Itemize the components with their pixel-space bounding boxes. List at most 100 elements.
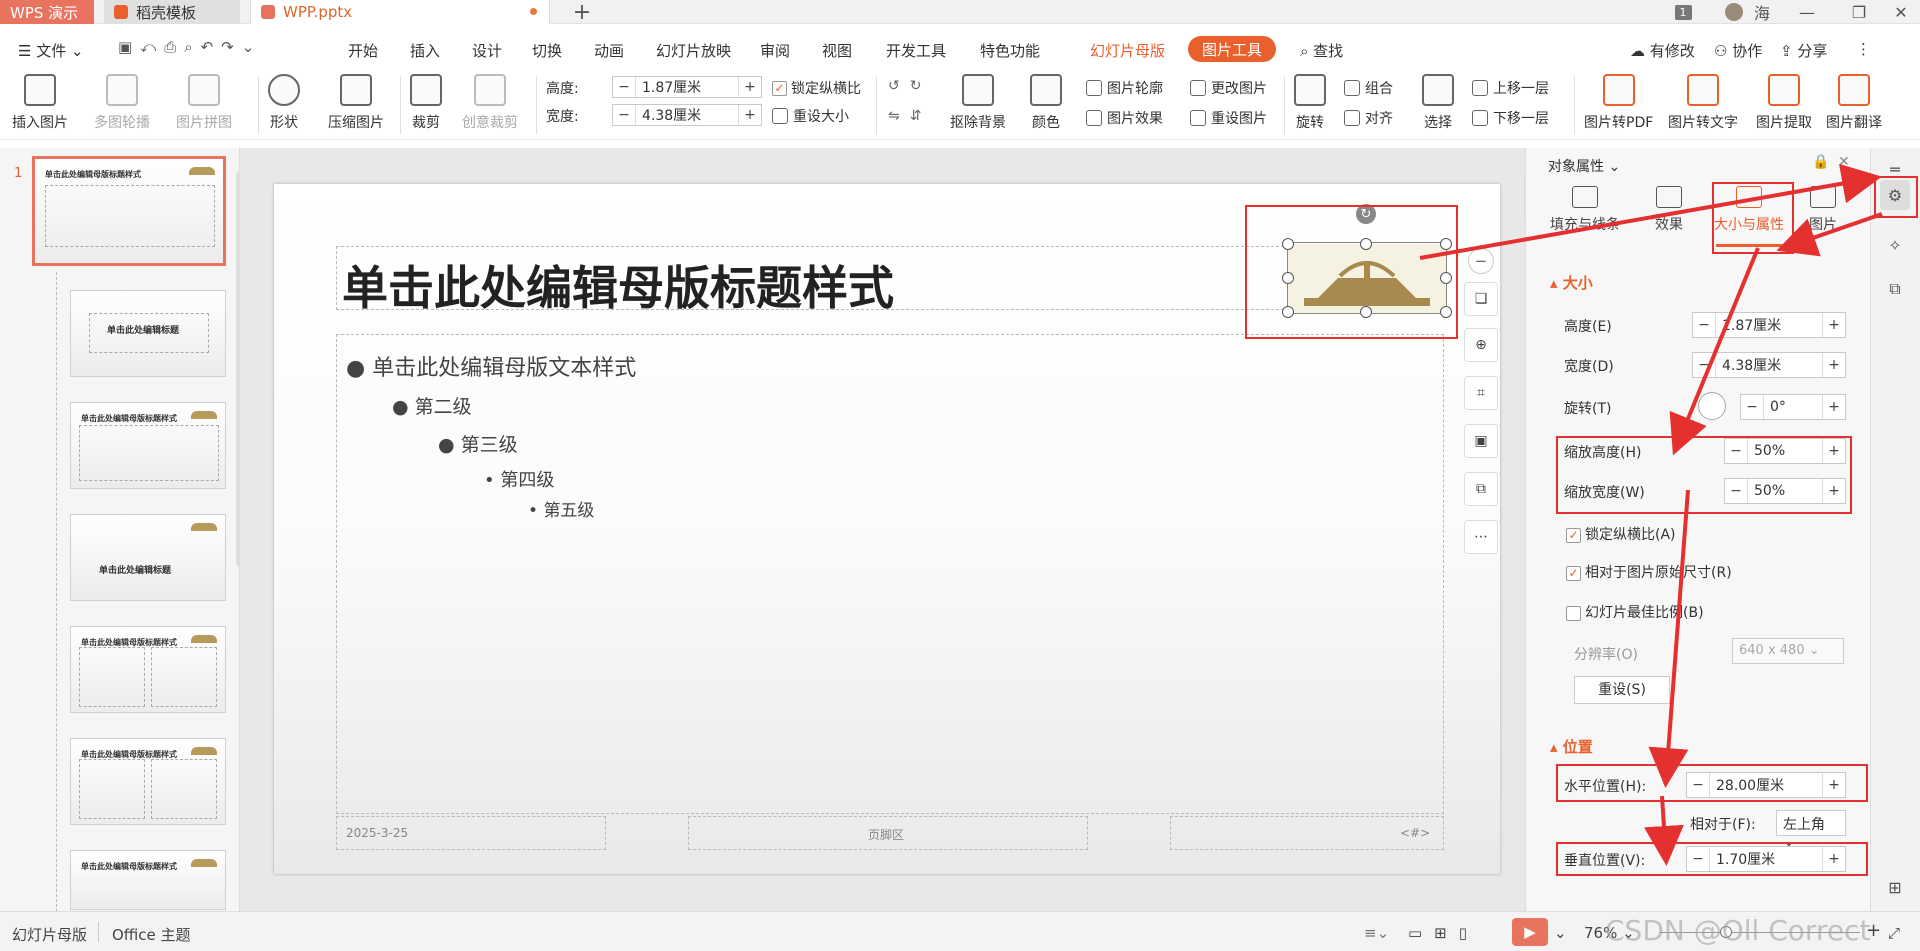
group-button[interactable]: 组合 [1344,78,1393,98]
flip-icons[interactable]: ⇋⇵ [888,108,931,124]
reset-picture-button[interactable]: 重设图片 [1190,108,1267,128]
lock-icon[interactable]: 🔒 [1812,154,1829,170]
picture-effect-button[interactable]: 图片效果 [1086,108,1163,128]
rotate-flip-icons[interactable]: ↺↻ [888,78,931,94]
crop-button[interactable]: 裁剪 [410,74,442,132]
picture-to-pdf-button[interactable]: 图片转PDF [1584,74,1653,132]
reset-button[interactable]: 重设(S) [1574,676,1670,704]
shape-button[interactable]: 形状 [268,74,300,132]
menu-picture-tools[interactable]: 图片工具 [1188,36,1277,62]
insert-picture-button[interactable]: 插入图片 [12,74,68,132]
layers-icon[interactable]: ❏ [1464,282,1498,316]
tab-wpp-document[interactable]: WPP.pptx [250,0,550,24]
reset-size-button[interactable]: 重设大小 [772,106,849,126]
menu-start[interactable]: 开始 [348,40,378,61]
color-button[interactable]: 颜色 [1030,74,1062,132]
tab-wps-presentation[interactable]: WPS 演示 [0,0,94,24]
view-switch-icons[interactable]: ▭⊞▯ [1408,924,1479,942]
select-button[interactable]: 选择 [1422,74,1454,132]
hpos-stepper[interactable]: −28.00厘米 + [1686,772,1846,798]
thumbnail-layout-title[interactable]: 单击此处编辑标题 [70,290,226,377]
menu-transition[interactable]: 切换 [532,40,562,61]
change-picture-button[interactable]: 更改图片 [1190,78,1267,98]
tab-effect[interactable]: 效果 [1634,186,1704,234]
minimize-icon[interactable]: — [1792,0,1822,24]
menu-review[interactable]: 审阅 [760,40,790,61]
search-button[interactable]: ⌕ 查找 [1300,40,1343,61]
menu-features[interactable]: 特色功能 [980,40,1040,61]
fit-icon[interactable]: ⤢ [1888,924,1900,942]
play-options-icon[interactable]: ⌄ [1554,924,1567,942]
avatar[interactable] [1725,3,1743,21]
quick-access-toolbar[interactable]: ▣⤺⎙⌕↶↷⌄ [118,38,262,56]
align-button[interactable]: 对齐 [1344,108,1393,128]
panel-header[interactable]: 对象属性 ⌄ [1548,156,1620,176]
compress-picture-button[interactable]: 压缩图片 [328,74,384,132]
more-options-icon[interactable]: ⋯ [1464,520,1498,554]
lock-ratio-checkbox[interactable]: ✓ 锁定纵横比 [772,78,861,98]
ribbon-height-stepper[interactable]: −1.87厘米 + [612,76,762,98]
close-icon[interactable]: ✕ [1886,0,1916,24]
picture-to-text-button[interactable]: 图片转文字 [1668,74,1738,132]
body-placeholder[interactable] [336,334,1444,814]
width-stepper[interactable]: −4.38厘米 + [1692,352,1846,378]
picture-tool-icon[interactable]: ▣ [1464,424,1498,458]
rotate-button[interactable]: 旋转 [1294,74,1326,132]
bring-forward-button[interactable]: 上移一层 [1472,78,1549,98]
ribbon-width-stepper[interactable]: −4.38厘米 + [612,104,762,126]
menu-insert[interactable]: 插入 [410,40,440,61]
animation-icon[interactable]: ✧ [1880,230,1910,260]
relative-original-checkbox[interactable]: ✓ 相对于图片原始尺寸(R) [1566,562,1732,582]
menu-animation[interactable]: 动画 [594,40,624,61]
notes-icon[interactable]: ≡⌄ [1364,924,1389,942]
new-tab-button[interactable]: + [566,0,598,25]
hamburger-icon: ☰ [18,42,37,60]
picture-to-text-icon[interactable]: ⧉ [1464,472,1498,506]
play-icon[interactable]: ▶ [1512,918,1548,946]
rotate-stepper[interactable]: −0° + [1740,394,1846,420]
lock-ratio-checkbox[interactable]: ✓ 锁定纵横比(A) [1566,524,1676,544]
thumbnail-layout-title-only[interactable]: 单击此处编辑母版标题样式 [70,850,226,910]
tab-daoke-template[interactable]: 稻壳模板 [104,0,240,24]
collapse-icon[interactable]: − [1468,248,1494,274]
apps-icon[interactable]: ⊞ [1880,872,1910,902]
vpos-stepper[interactable]: −1.70厘米 + [1686,846,1846,872]
thumbnail-layout-comparison[interactable]: 单击此处编辑母版标题样式 [70,738,226,825]
thumbnail-master[interactable]: 单击此处编辑母版标题样式 [32,156,226,266]
modified-status[interactable]: ☁ 有修改 [1630,40,1695,61]
tab-picture[interactable]: 图片 [1798,186,1848,234]
file-menu[interactable]: ☰ 文件 ⌄ [18,40,84,61]
thumbnail-layout-section[interactable]: 单击此处编辑标题 [70,514,226,601]
share-button[interactable]: ⇪ 分享 [1780,40,1827,61]
thumbnail-layout-two-content[interactable]: 单击此处编辑母版标题样式 [70,626,226,713]
relative-to-select[interactable]: 左上角 ⌄ [1776,810,1846,850]
best-scale-checkbox[interactable]: ✓幻灯片最佳比例(B) [1566,602,1704,622]
transform-icon[interactable]: ⧉ [1880,274,1910,304]
menu-slideshow[interactable]: 幻灯片放映 [656,40,731,61]
menu-slide-master[interactable]: 幻灯片母版 [1090,40,1165,61]
menu-developer[interactable]: 开发工具 [886,40,946,61]
theme-label[interactable]: Office 主题 [112,924,191,945]
more-icon[interactable]: ⋮ [1856,40,1871,58]
restore-icon[interactable]: ❐ [1844,0,1874,24]
position-section-title[interactable]: ▴ 位置 [1550,736,1593,757]
scale-width-stepper[interactable]: −50% + [1724,478,1846,504]
scale-height-stepper[interactable]: −50% + [1724,438,1846,464]
menu-design[interactable]: 设计 [472,40,502,61]
height-stepper[interactable]: −1.87厘米 + [1692,312,1846,338]
picture-translate-button[interactable]: 图片翻译 [1826,74,1882,132]
menu-view[interactable]: 视图 [822,40,852,61]
creative-crop-icon [474,74,506,106]
collaborate-button[interactable]: ⚇ 协作 [1714,40,1762,61]
zoom-icon[interactable]: ⊕ [1464,328,1498,362]
rotate-dial-icon[interactable] [1698,392,1726,420]
picture-extract-button[interactable]: 图片提取 [1756,74,1812,132]
size-section-title[interactable]: ▴ 大小 [1550,272,1593,293]
picture-outline-button[interactable]: 图片轮廓 [1086,78,1163,98]
thumbnail-layout-content[interactable]: 单击此处编辑母版标题样式 [70,402,226,489]
crop-icon[interactable]: ⌗ [1464,376,1498,410]
tab-fill-line[interactable]: 填充与线条 [1550,186,1620,234]
remove-background-button[interactable]: 抠除背景 [950,74,1006,132]
close-panel-icon[interactable]: ✕ [1838,154,1850,170]
send-backward-button[interactable]: 下移一层 [1472,108,1549,128]
